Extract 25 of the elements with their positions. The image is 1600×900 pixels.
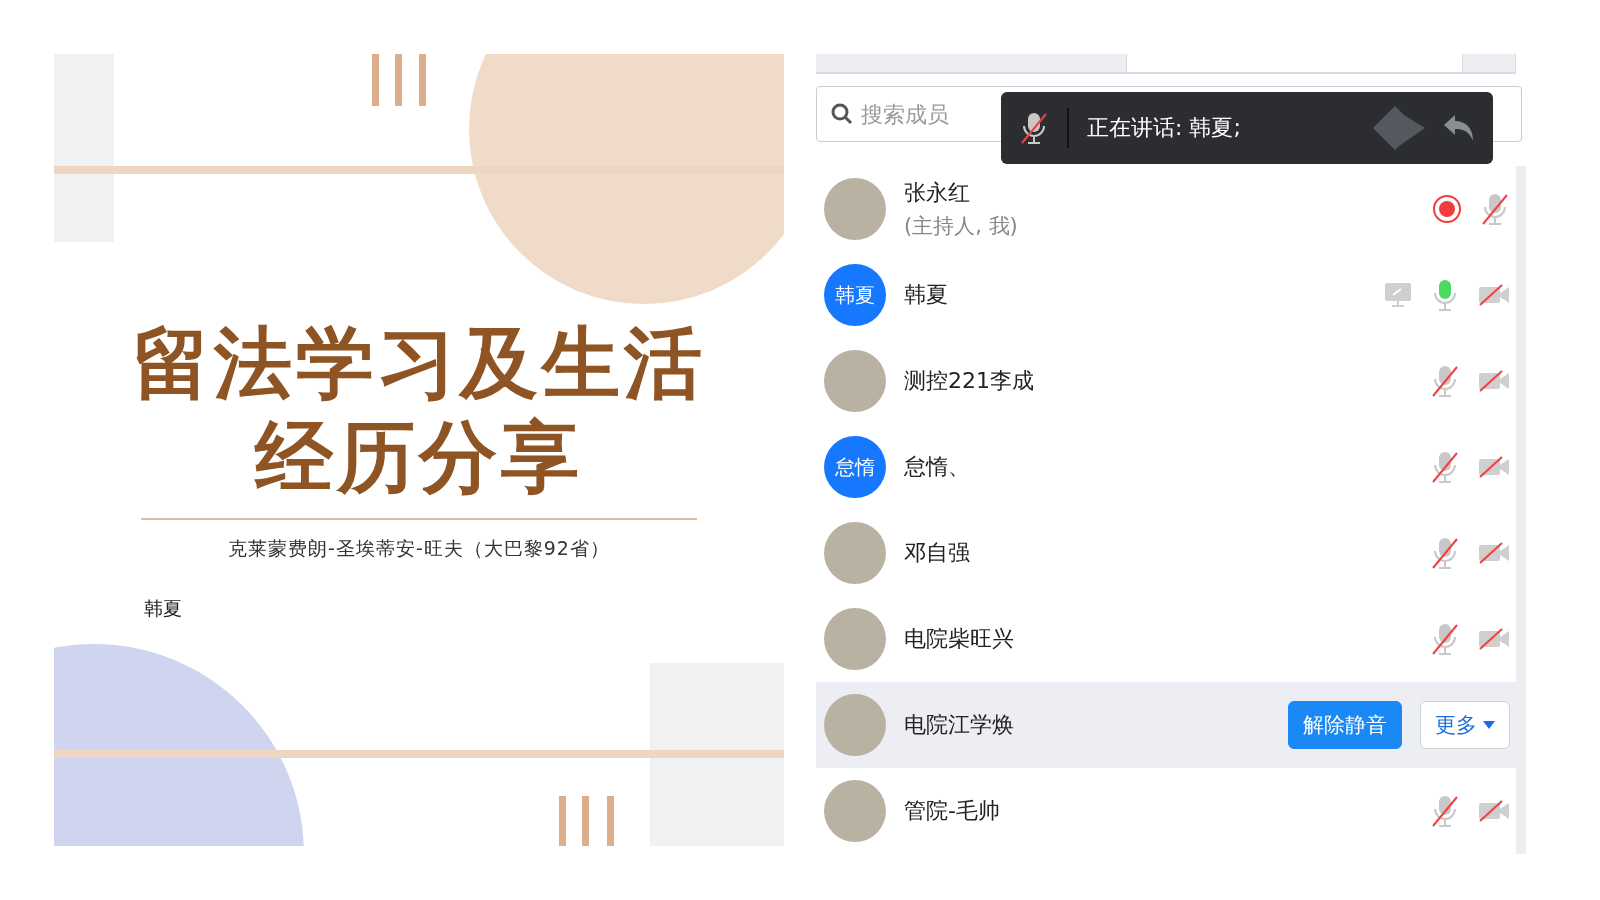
slide-title: 经历分享 [255,411,583,504]
more-dropdown-button[interactable]: 更多 [1420,701,1510,749]
unmute-button[interactable]: 解除静音 [1288,701,1402,749]
member-name: 韩夏 [904,281,949,309]
slide-subtitle: 克莱蒙费朗-圣埃蒂安-旺夫（大巴黎92省） [228,536,610,561]
member-name: 电院江学焕 [904,711,1015,739]
member-row[interactable]: 电院江学焕 解除静音 更多 [816,682,1516,768]
initials-avatar: 韩夏 [824,264,886,326]
record-icon [1432,194,1462,224]
reply-arrow-icon[interactable] [1443,113,1475,143]
member-name: 怠惰、 [904,453,971,481]
screen-share-icon [1384,282,1412,308]
caret-icon [1483,721,1495,729]
member-name: 邓自强 [904,539,971,567]
diamond-icon [1373,106,1425,150]
speaking-text: 正在讲话: 韩夏; [1087,114,1242,142]
search-icon [830,102,854,126]
member-name: 张永红 [904,179,971,207]
member-name: 测控221李成 [904,367,1035,395]
initials-avatar: 怠惰 [824,436,886,498]
slide-title: 留法学习及生活 [132,317,706,410]
member-role: (主持人, 我) [904,213,1019,240]
member-name: 电院柴旺兴 [904,625,1015,653]
presenter-name: 韩夏 [144,596,182,621]
member-name: 管院-毛帅 [904,797,1001,825]
